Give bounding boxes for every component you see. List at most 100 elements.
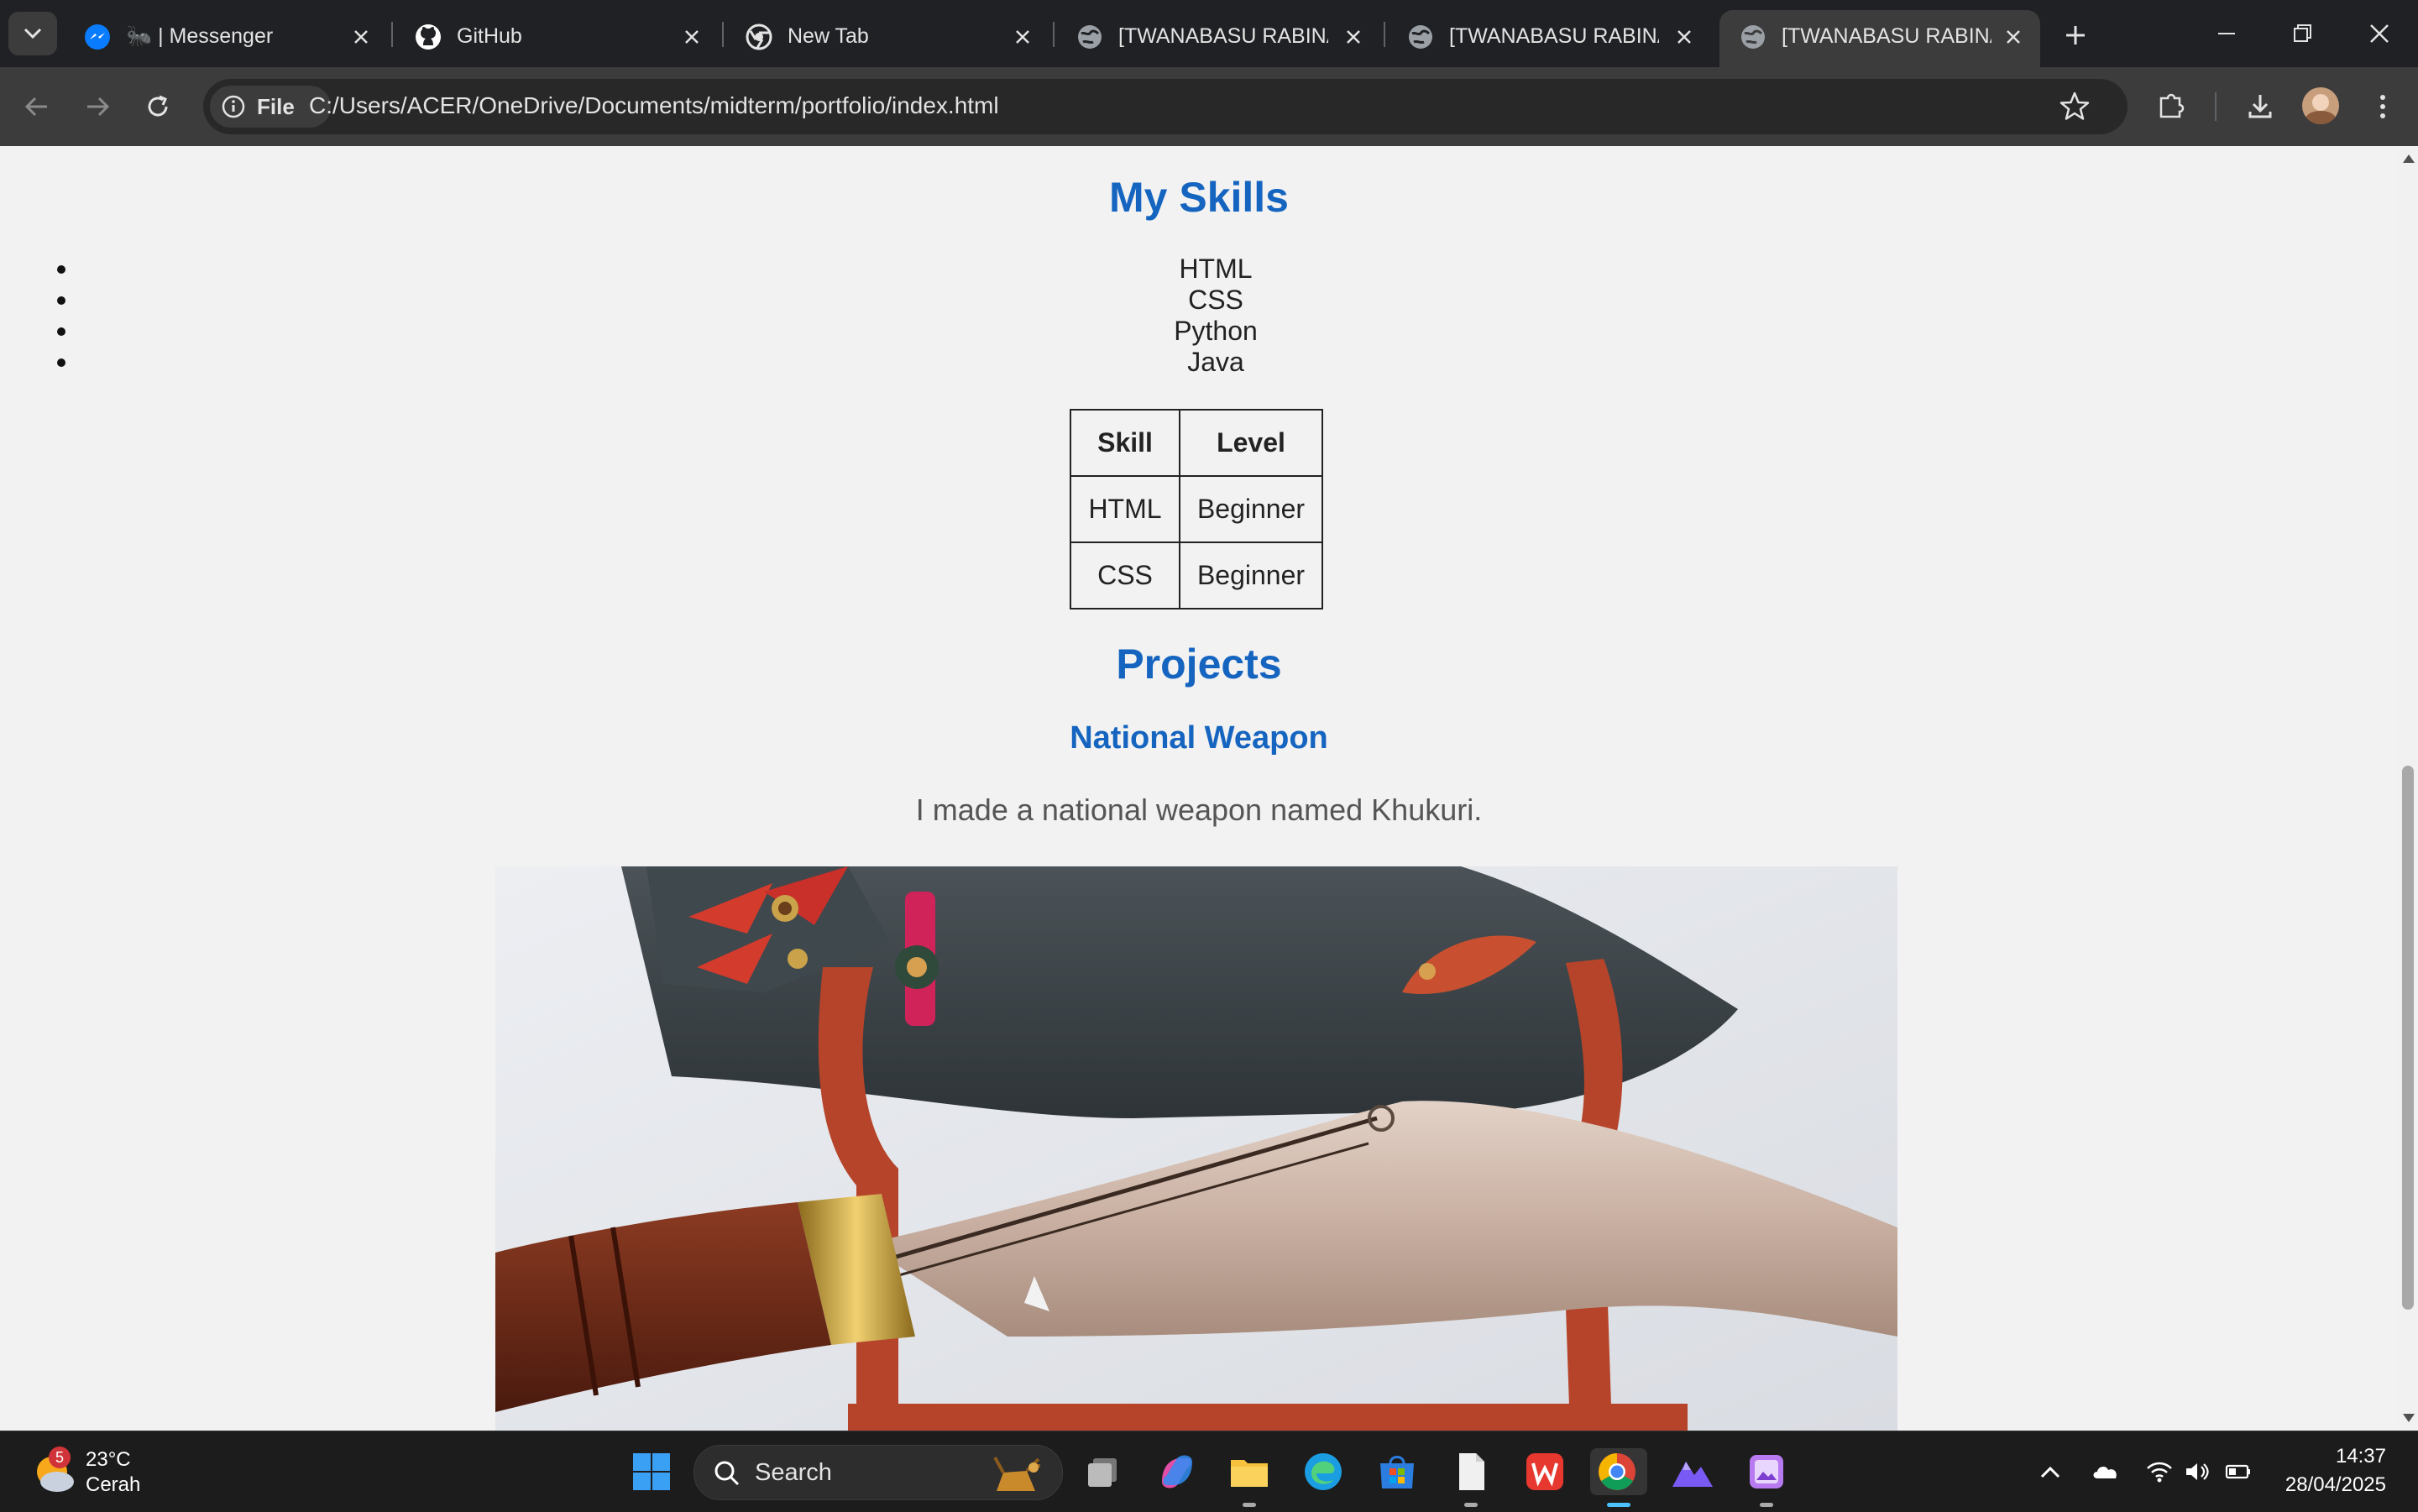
- bullet-icon: [57, 358, 65, 367]
- tab-divider: [722, 22, 724, 47]
- tab-search-button[interactable]: [8, 12, 57, 55]
- skills-heading: My Skills: [1109, 174, 1289, 221]
- skill-text: Java: [1187, 347, 1244, 377]
- table-header-cell: Level: [1179, 409, 1323, 477]
- skills-list: HTML CSS Python Java: [0, 254, 2398, 378]
- taskbar-search-box[interactable]: Search: [693, 1445, 1063, 1500]
- vertical-scrollbar[interactable]: [2398, 146, 2418, 1431]
- chevron-down-icon: [24, 28, 42, 39]
- khukuri-image: [495, 866, 1897, 1431]
- chrome-taskbar-app[interactable]: [1590, 1448, 1647, 1507]
- weather-description: Cerah: [86, 1473, 141, 1496]
- edge-icon[interactable]: [1300, 1448, 1347, 1495]
- onedrive-cloud-icon[interactable]: [2091, 1457, 2121, 1487]
- globe-icon: [1409, 25, 1432, 49]
- table-cell: HTML: [1070, 475, 1180, 543]
- bullet-icon: [57, 265, 65, 274]
- list-item: Python: [0, 316, 2398, 347]
- profile-avatar[interactable]: [2302, 87, 2339, 124]
- download-icon[interactable]: [2242, 88, 2279, 125]
- close-icon[interactable]: [680, 25, 704, 49]
- tab-messenger[interactable]: 🐜 | Messenger: [64, 10, 386, 67]
- info-icon: [222, 95, 245, 118]
- messenger-icon: [85, 24, 110, 50]
- tab-divider: [1053, 22, 1055, 47]
- tab-portfolio-2[interactable]: [TWANABASU RABINA]: [1387, 10, 1709, 67]
- address-bar[interactable]: File C:/Users/ACER/OneDrive/Documents/mi…: [203, 79, 2128, 134]
- mountain-app-icon[interactable]: [1669, 1448, 1716, 1495]
- toolbar-divider: [2215, 92, 2216, 121]
- restore-icon[interactable]: [2284, 17, 2321, 50]
- wifi-icon[interactable]: [2144, 1457, 2175, 1487]
- table-cell: Beginner: [1179, 475, 1323, 543]
- scroll-up-arrow-icon[interactable]: [2403, 154, 2415, 163]
- bullet-icon: [57, 327, 65, 336]
- list-item: Java: [0, 347, 2398, 378]
- microsoft-store-icon[interactable]: [1374, 1448, 1421, 1495]
- table-header-row: Skill Level: [1070, 409, 1323, 477]
- clock-time[interactable]: 14:37: [2336, 1445, 2386, 1468]
- windows-start-icon[interactable]: [628, 1448, 675, 1495]
- forward-arrow-icon[interactable]: [79, 88, 116, 125]
- tab-new-tab[interactable]: New Tab: [725, 10, 1048, 67]
- weather-badge: 5: [49, 1447, 71, 1468]
- skills-table: Skill Level HTML Beginner CSS Beginner: [1070, 409, 1323, 610]
- extensions-icon[interactable]: [2153, 88, 2190, 125]
- table-cell: CSS: [1070, 541, 1180, 610]
- back-arrow-icon[interactable]: [18, 88, 55, 125]
- notepad-app[interactable]: [1447, 1448, 1494, 1507]
- table-header-cell: Skill: [1070, 409, 1180, 477]
- tab-title: [TWANABASU RABINA]: [1782, 24, 1991, 48]
- chevron-up-icon[interactable]: [2035, 1457, 2065, 1487]
- minimize-icon[interactable]: [2208, 17, 2245, 50]
- close-icon[interactable]: [1342, 25, 1365, 49]
- table-cell: Beginner: [1179, 541, 1323, 610]
- browser-toolbar: File C:/Users/ACER/OneDrive/Documents/mi…: [0, 67, 2418, 146]
- bullet-icon: [57, 296, 65, 305]
- file-explorer-icon[interactable]: [1226, 1448, 1273, 1507]
- search-icon: [714, 1461, 740, 1486]
- skill-text: HTML: [1179, 254, 1253, 284]
- page-viewport: My Skills HTML CSS Python Java Skill Lev…: [0, 146, 2398, 1431]
- globe-icon: [1741, 25, 1765, 49]
- tab-portfolio-1[interactable]: [TWANABASU RABINA]: [1056, 10, 1379, 67]
- tab-title: New Tab: [788, 24, 869, 48]
- weather-widget[interactable]: 5 23°C Cerah: [32, 1447, 166, 1500]
- tab-portfolio-active[interactable]: [TWANABASU RABINA]: [1719, 10, 2040, 67]
- reload-icon[interactable]: [139, 88, 176, 125]
- close-window-icon[interactable]: [2361, 17, 2398, 50]
- new-tab-plus-icon[interactable]: [2059, 18, 2092, 52]
- close-icon[interactable]: [1672, 25, 1696, 49]
- globe-icon: [1078, 25, 1102, 49]
- copilot-icon[interactable]: [1154, 1448, 1201, 1495]
- scroll-down-arrow-icon[interactable]: [2403, 1414, 2415, 1422]
- volume-icon[interactable]: [2181, 1457, 2211, 1487]
- document-icon: [1459, 1453, 1484, 1490]
- active-indicator: [1607, 1503, 1630, 1507]
- close-icon[interactable]: [1011, 25, 1034, 49]
- table-row: CSS Beginner: [1070, 541, 1323, 610]
- project-title: National Weapon: [1070, 720, 1328, 756]
- scroll-thumb[interactable]: [2402, 766, 2414, 1310]
- running-indicator: [1243, 1503, 1256, 1507]
- close-icon[interactable]: [2002, 25, 2025, 49]
- github-icon: [416, 24, 441, 50]
- battery-icon[interactable]: [2223, 1457, 2253, 1487]
- bookmark-star-icon[interactable]: [2057, 89, 2092, 124]
- clock-date[interactable]: 28/04/2025: [2285, 1473, 2386, 1497]
- running-indicator: [1464, 1503, 1478, 1507]
- list-item: HTML: [0, 254, 2398, 285]
- photos-app[interactable]: [1743, 1448, 1790, 1507]
- wps-office-icon[interactable]: [1521, 1448, 1568, 1495]
- list-item: CSS: [0, 285, 2398, 316]
- task-view-icon[interactable]: [1080, 1448, 1127, 1495]
- tab-title: [TWANABASU RABINA]: [1449, 24, 1659, 48]
- photos-icon: [1750, 1455, 1783, 1488]
- running-indicator: [1760, 1503, 1773, 1507]
- menu-kebab-icon[interactable]: [2364, 88, 2401, 125]
- search-label: Search: [755, 1459, 832, 1486]
- url-text[interactable]: C:/Users/ACER/OneDrive/Documents/midterm…: [309, 92, 999, 119]
- close-icon[interactable]: [349, 25, 373, 49]
- tab-github[interactable]: GitHub: [395, 10, 717, 67]
- tab-strip: 🐜 | Messenger GitHub New Tab [TWANABASU …: [0, 0, 2418, 67]
